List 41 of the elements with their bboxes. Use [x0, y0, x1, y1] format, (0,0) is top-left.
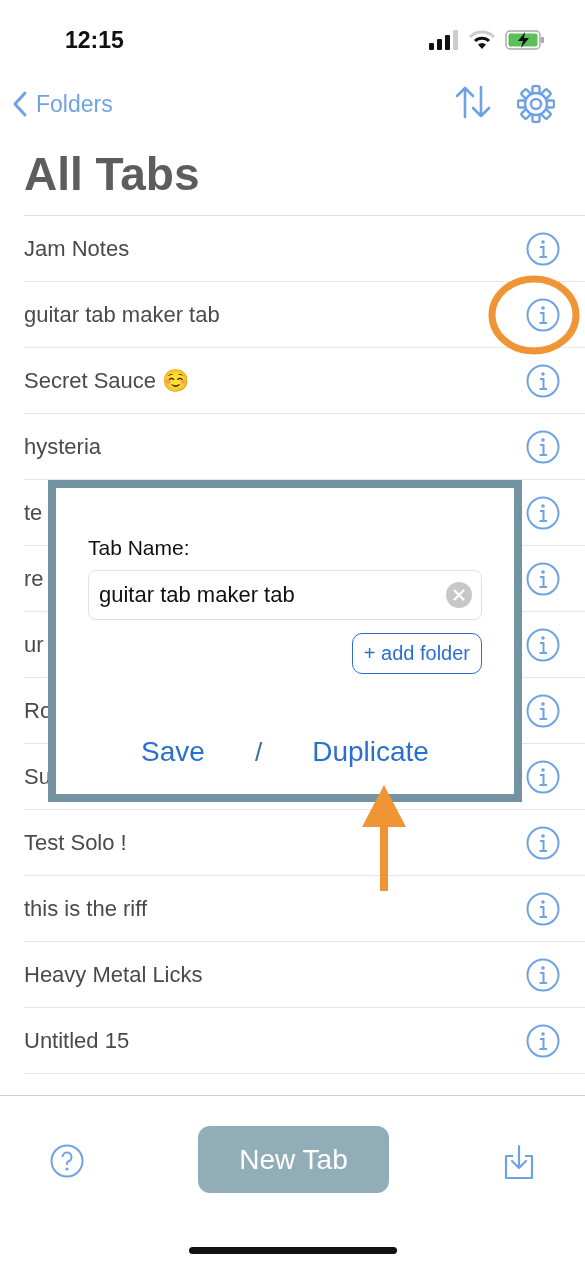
- info-icon[interactable]: [526, 825, 560, 860]
- add-folder-button[interactable]: + add folder: [351, 633, 482, 674]
- clear-icon[interactable]: [446, 582, 472, 608]
- signal-icon: [429, 30, 459, 50]
- settings-button[interactable]: [517, 85, 555, 123]
- wifi-icon: [469, 30, 495, 50]
- tab-name[interactable]: Test Solo !: [24, 829, 526, 856]
- info-icon[interactable]: [526, 891, 560, 926]
- battery-charging-icon: [505, 30, 545, 50]
- info-icon[interactable]: [526, 693, 560, 728]
- save-button[interactable]: Save: [141, 736, 205, 768]
- tab-name[interactable]: this is the riff: [24, 895, 526, 922]
- download-tray-icon: [503, 1144, 535, 1180]
- back-chevron-icon: [12, 90, 28, 118]
- info-icon[interactable]: [526, 561, 560, 596]
- page-title: All Tabs: [23, 147, 201, 202]
- tab-name[interactable]: Secret Sauce ☺: [24, 367, 526, 394]
- tab-name-field[interactable]: guitar tab maker tab: [88, 570, 482, 620]
- info-icon[interactable]: [526, 363, 560, 398]
- field-label: Tab Name:: [88, 536, 191, 560]
- info-icon[interactable]: [526, 297, 560, 332]
- sort-arrows-icon: [455, 85, 491, 119]
- tab-name[interactable]: Jam Notes: [24, 235, 526, 262]
- tab-name[interactable]: Untitled 15: [24, 1027, 526, 1054]
- separator-slash: /: [254, 736, 263, 768]
- tab-name[interactable]: Heavy Metal Licks: [24, 961, 526, 988]
- duplicate-button[interactable]: Duplicate: [312, 736, 429, 768]
- import-button[interactable]: [503, 1144, 535, 1180]
- tab-name[interactable]: hysteria: [24, 433, 526, 460]
- info-icon[interactable]: [526, 429, 560, 464]
- info-icon[interactable]: [526, 231, 560, 266]
- info-icon[interactable]: [526, 495, 560, 530]
- help-button[interactable]: [50, 1144, 84, 1178]
- tab-name[interactable]: guitar tab maker tab: [24, 301, 526, 328]
- status-time: 12:15: [65, 26, 124, 54]
- info-icon[interactable]: [526, 1023, 560, 1058]
- info-icon[interactable]: [526, 759, 560, 794]
- info-icon[interactable]: [526, 957, 560, 992]
- settings-icon: [517, 85, 555, 123]
- info-icon[interactable]: [526, 627, 560, 662]
- help-icon: [50, 1144, 84, 1178]
